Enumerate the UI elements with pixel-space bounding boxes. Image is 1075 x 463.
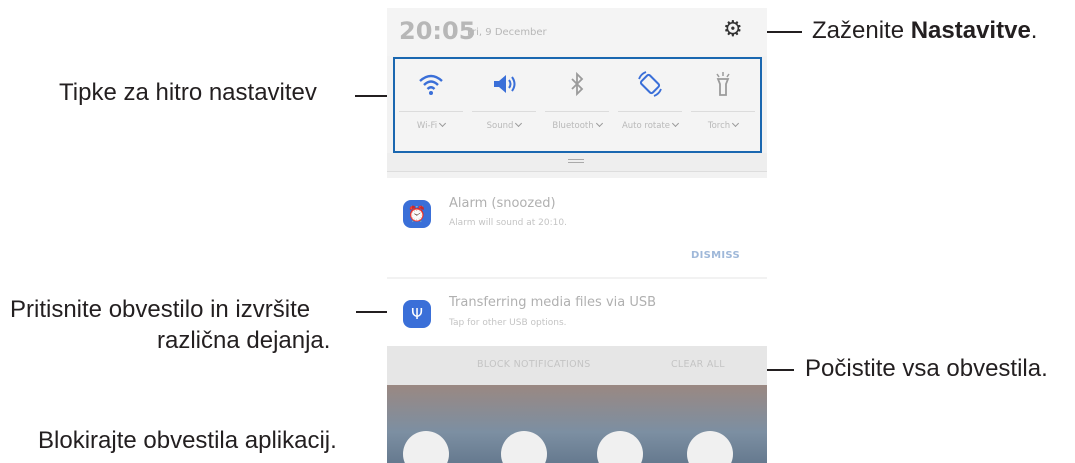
app-icon bbox=[403, 431, 449, 463]
quick-setting-sound[interactable]: Sound bbox=[468, 59, 540, 151]
callout-settings-prefix: Zaženite bbox=[812, 17, 911, 44]
callout-settings-bold: Nastavitve bbox=[910, 17, 1031, 44]
quick-setting-label: Wi-Fi bbox=[395, 119, 467, 132]
notification-text: Alarm will sound at 20:10. bbox=[449, 218, 567, 228]
chevron-down-icon[interactable] bbox=[671, 119, 680, 128]
callout-settings-suffix: . bbox=[1030, 17, 1038, 44]
callout-block: Blokirajte obvestila aplikacij. bbox=[38, 427, 337, 454]
date: Fri, 9 December bbox=[467, 27, 547, 38]
chevron-down-icon[interactable] bbox=[439, 119, 447, 128]
notification-text: Tap for other USB options. bbox=[449, 318, 567, 328]
dismiss-button[interactable]: DISMISS bbox=[691, 250, 740, 261]
quick-setting-divider bbox=[399, 111, 463, 112]
wifi-icon bbox=[417, 70, 445, 98]
quick-setting-divider bbox=[472, 111, 536, 112]
chevron-down-icon[interactable] bbox=[595, 119, 603, 128]
notification-usb[interactable]: Ψ Transferring media files via USB Tap f… bbox=[387, 279, 767, 346]
quick-setting-label: Sound bbox=[468, 119, 540, 132]
clock: 20:05 bbox=[399, 17, 476, 45]
quick-setting-torch[interactable]: Torch bbox=[687, 59, 759, 151]
auto-rotate-icon bbox=[636, 70, 664, 98]
quick-setting-divider bbox=[618, 111, 682, 112]
chevron-down-icon[interactable] bbox=[515, 119, 523, 128]
alarm-icon: ⏰ bbox=[403, 200, 431, 228]
quick-setting-divider bbox=[691, 111, 755, 112]
notification-alarm[interactable]: ⏰ Alarm (snoozed) Alarm will sound at 20… bbox=[387, 178, 767, 277]
callout-quick-settings: Tipke za hitro nastavitev bbox=[59, 79, 317, 106]
home-wallpaper bbox=[387, 385, 767, 463]
usb-icon: Ψ bbox=[403, 300, 431, 328]
panel-drag-handle[interactable] bbox=[387, 153, 767, 172]
torch-icon bbox=[709, 70, 737, 98]
block-notifications-button[interactable]: BLOCK NOTIFICATIONS bbox=[477, 359, 591, 370]
app-icon bbox=[687, 431, 733, 463]
notification-actions-bar: BLOCK NOTIFICATIONS CLEAR ALL bbox=[387, 346, 767, 385]
drag-handle-icon bbox=[568, 159, 584, 163]
notification-title: Transferring media files via USB bbox=[449, 295, 657, 310]
notification-panel: 20:05 Fri, 9 December ⚙ Wi-Fi Sound Blue… bbox=[387, 8, 767, 463]
callout-quick-settings-line bbox=[355, 95, 387, 97]
quick-setting-label: Auto rotate bbox=[621, 119, 680, 132]
callout-notification-line2: različna dejanja. bbox=[157, 327, 331, 354]
callout-clear-all: Počistite vsa obvestila. bbox=[805, 355, 1048, 382]
quick-setting-auto-rotate[interactable]: Auto rotate bbox=[614, 59, 686, 151]
quick-setting-label: Bluetooth bbox=[541, 119, 613, 132]
quick-setting-wifi[interactable]: Wi-Fi bbox=[395, 59, 467, 151]
quick-setting-divider bbox=[545, 111, 609, 112]
callout-notification-line bbox=[356, 311, 387, 313]
quick-setting-bluetooth[interactable]: Bluetooth bbox=[541, 59, 613, 151]
quick-settings-panel: Wi-Fi Sound Bluetooth Auto rotate Torch bbox=[393, 57, 762, 153]
app-icon bbox=[501, 431, 547, 463]
notification-title: Alarm (snoozed) bbox=[449, 196, 556, 211]
app-icon bbox=[597, 431, 643, 463]
status-row: 20:05 Fri, 9 December ⚙ bbox=[387, 8, 767, 56]
chevron-down-icon[interactable] bbox=[732, 119, 740, 128]
clear-all-button[interactable]: CLEAR ALL bbox=[671, 359, 725, 370]
callout-settings: Zaženite Nastavitve. bbox=[812, 16, 1037, 46]
quick-setting-label: Torch bbox=[687, 119, 759, 132]
speaker-icon bbox=[490, 70, 518, 98]
gear-icon[interactable]: ⚙ bbox=[723, 17, 743, 43]
bluetooth-icon bbox=[563, 70, 591, 98]
callout-notification-line1: Pritisnite obvestilo in izvršite bbox=[10, 296, 311, 323]
